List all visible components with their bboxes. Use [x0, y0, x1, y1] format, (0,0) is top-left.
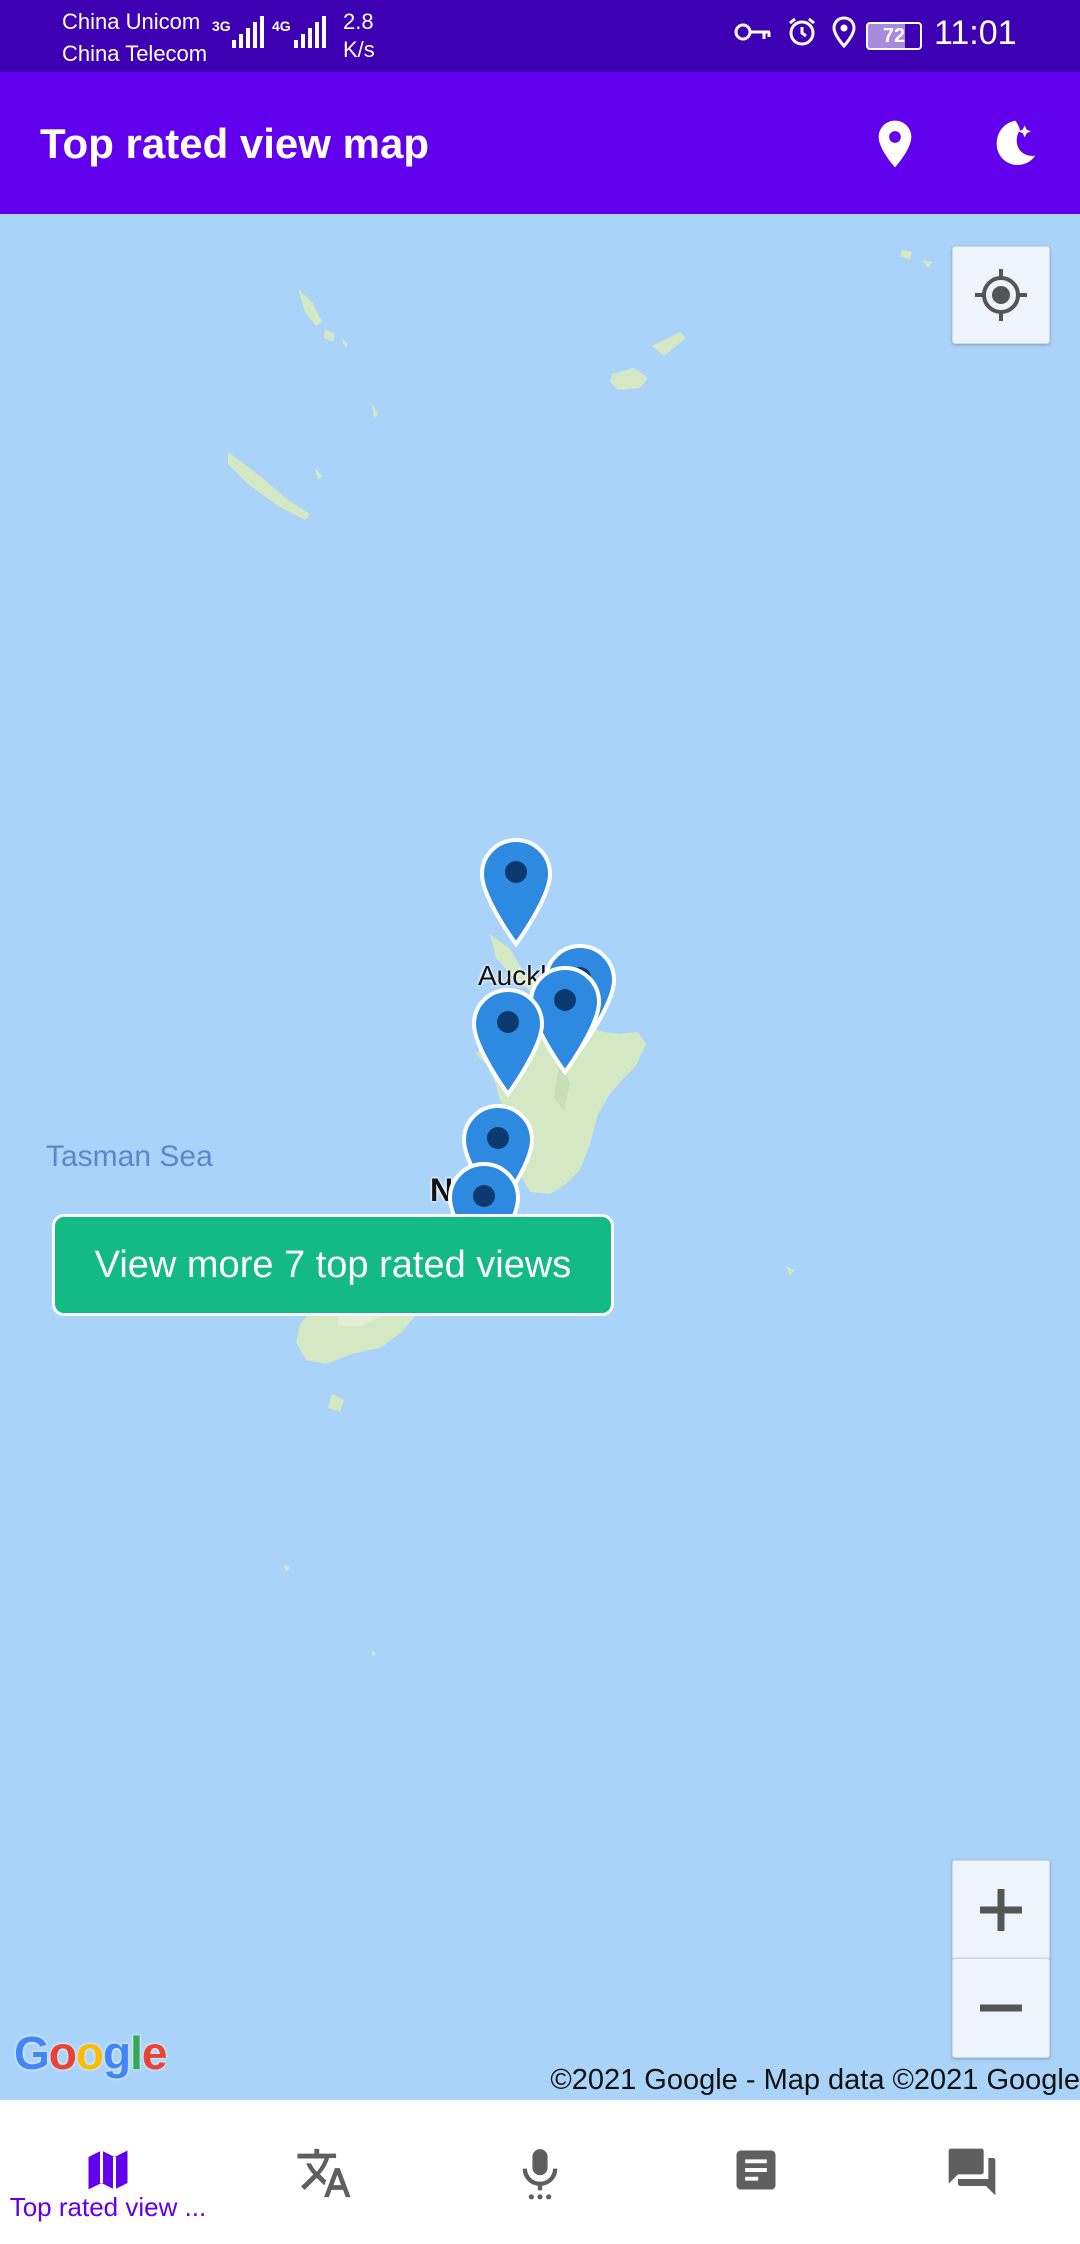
nav-item-notes[interactable] [648, 2100, 864, 2244]
location-status-icon [832, 16, 856, 48]
network-type-1: 3G [212, 18, 231, 34]
nav-item-translate[interactable] [216, 2100, 432, 2244]
minus-icon [980, 2004, 1022, 2012]
battery-icon: 72 [866, 22, 922, 50]
plus-icon [980, 1889, 1022, 1931]
location-pin-icon [878, 120, 912, 168]
carrier-info: China Unicom China Telecom [62, 6, 207, 70]
signal-bars-icon [294, 16, 326, 48]
microphone-icon [522, 2149, 558, 2200]
app-bar: Top rated view map [0, 72, 1080, 214]
translate-icon [297, 2148, 351, 2198]
view-more-button[interactable]: View more 7 top rated views [52, 1214, 614, 1316]
chat-icon [948, 2148, 996, 2196]
map-label-tasman-sea: Tasman Sea [46, 1140, 213, 1173]
map-view[interactable]: Tasman Sea Auckl N View more 7 top rated… [0, 214, 1080, 2100]
network-type-2: 4G [272, 18, 291, 34]
location-pin-button[interactable] [867, 116, 923, 172]
status-bar: China Unicom China Telecom 3G 4G 2.8 K/s… [0, 0, 1080, 72]
nav-item-top-rated-map[interactable]: Top rated view ... [0, 2100, 216, 2244]
battery-level: 72 [882, 25, 906, 47]
map-icon [88, 2150, 128, 2190]
nav-item-voice[interactable] [432, 2100, 648, 2244]
night-mode-icon [996, 120, 1036, 165]
page-title: Top rated view map [40, 120, 429, 167]
zoom-in-button[interactable] [952, 1860, 1050, 1960]
status-icons [734, 16, 856, 48]
clock: 11:01 [934, 14, 1017, 52]
google-logo: Google [14, 2027, 167, 2079]
nav-item-label: Top rated view ... [9, 2192, 207, 2222]
night-mode-button[interactable] [985, 116, 1041, 172]
nav-item-chat[interactable] [864, 2100, 1080, 2244]
map-marker[interactable] [470, 986, 546, 1098]
document-icon [736, 2150, 776, 2190]
map-marker[interactable] [478, 836, 554, 948]
vpn-key-icon [734, 23, 771, 41]
my-location-button[interactable] [952, 246, 1050, 344]
network-speed: 2.8 K/s [343, 9, 375, 62]
bottom-navigation: Top rated view ... [0, 2100, 1080, 2244]
my-location-icon [975, 269, 1027, 321]
signal-bars-icon [232, 16, 264, 48]
zoom-out-button[interactable] [952, 1958, 1050, 2058]
carrier-2: China Telecom [62, 41, 208, 66]
alarm-icon [789, 17, 815, 46]
carrier-1: China Unicom [62, 9, 201, 34]
map-attribution: ©2021 Google - Map data ©2021 Google [550, 2064, 1080, 2096]
